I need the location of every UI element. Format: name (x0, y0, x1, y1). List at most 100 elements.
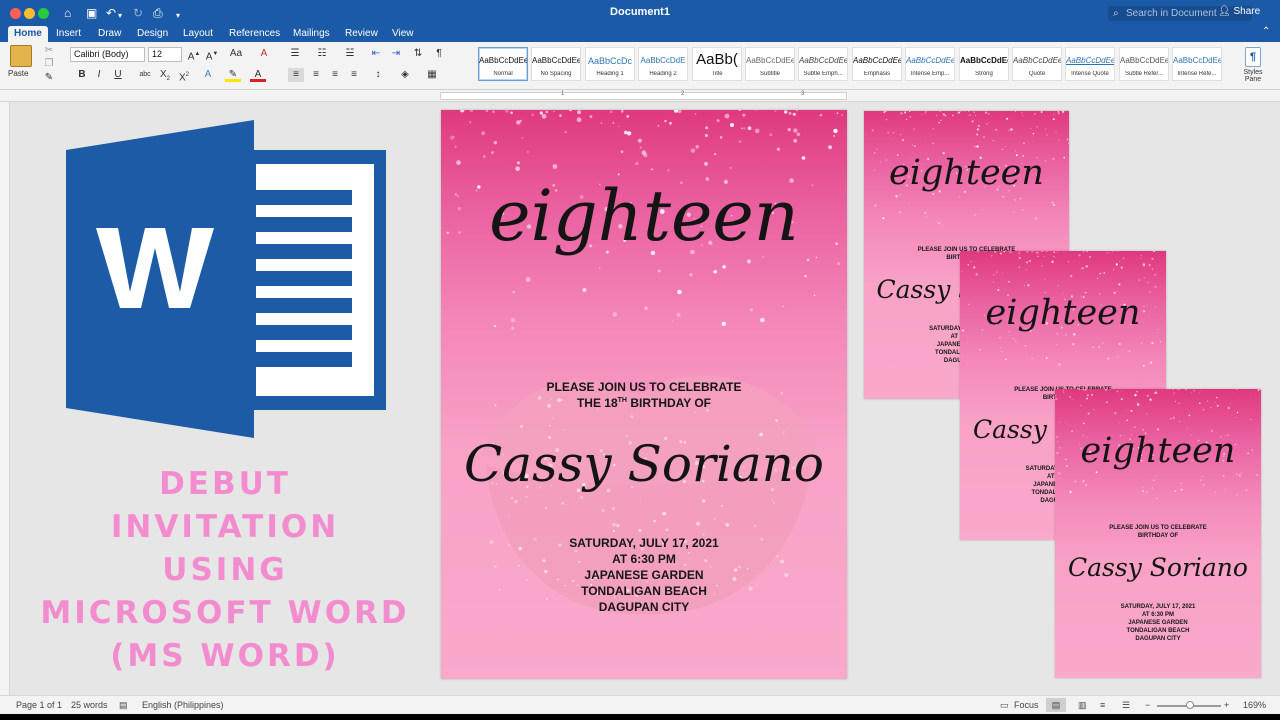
show-marks-icon[interactable]: ¶ (431, 47, 447, 61)
tab-home[interactable]: Home (8, 26, 48, 42)
shrink-font-icon[interactable]: A▼ (204, 47, 220, 62)
word-count[interactable]: 25 words (71, 700, 108, 710)
undo-dropdown-icon[interactable]: ▾ (118, 8, 122, 24)
style-tile-heading-2[interactable]: AaBbCcDdE Heading 2 (638, 47, 688, 81)
bold-button[interactable]: B (74, 68, 90, 82)
thumb3-venue-2: TONDALIGAN BEACH (1126, 628, 1190, 634)
tab-insert[interactable]: Insert (50, 26, 87, 42)
style-tile-normal[interactable]: AaBbCcDdEe Normal (478, 47, 528, 81)
borders-icon[interactable]: ▦ (424, 68, 440, 82)
zoom-slider-thumb[interactable] (1186, 701, 1194, 709)
paste-label[interactable]: Paste (8, 69, 28, 78)
style-tile-subtle-emph[interactable]: AaBbCcDdEe Subtle Emph... (798, 47, 848, 81)
format-painter-icon[interactable]: ✎ (41, 71, 57, 85)
tab-design[interactable]: Design (131, 26, 174, 42)
outline-view-icon[interactable]: ≡ (1100, 700, 1105, 710)
line-spacing-icon[interactable]: ↕ (370, 68, 386, 82)
redo-icon[interactable]: ↻ (133, 5, 143, 21)
grow-font-icon[interactable]: A▲ (186, 47, 202, 62)
style-tile-quote[interactable]: AaBbCcDdEe Quote (1012, 47, 1062, 81)
justify-icon[interactable]: ≡ (346, 68, 362, 82)
sparkle (796, 132, 801, 137)
tab-layout[interactable]: Layout (177, 26, 219, 42)
align-center-icon[interactable]: ≡ (308, 68, 324, 82)
proofing-icon[interactable]: ▤ (119, 700, 128, 711)
style-tile-no-spacing[interactable]: AaBbCcDdEe No Spacing (531, 47, 581, 81)
subscript-button[interactable]: X2 (157, 68, 173, 82)
tab-review[interactable]: Review (339, 26, 384, 42)
sparkle (967, 343, 968, 345)
style-tile-subtitle[interactable]: AaBbCcDdEe Subtitle (745, 47, 795, 81)
numbering-icon[interactable]: ☷ (314, 47, 330, 61)
sparkle (1107, 357, 1110, 360)
copy-icon[interactable]: ❐ (41, 57, 57, 71)
sparkle (738, 110, 741, 111)
thumb3-name: Cassy Soriano (1068, 553, 1248, 582)
home-icon[interactable]: ⌂ (64, 5, 71, 21)
sparkle (651, 168, 653, 171)
sparkle (1006, 212, 1008, 214)
align-right-icon[interactable]: ≡ (327, 68, 343, 82)
italic-button[interactable]: I (91, 68, 107, 82)
style-tile-intense-quote[interactable]: AaBbCcDdEe Intense Quote (1065, 47, 1115, 81)
horizontal-ruler[interactable]: 1 2 3 (0, 90, 1280, 102)
page-count[interactable]: Page 1 of 1 (16, 700, 62, 710)
style-tile-strong[interactable]: AaBbCcDdEe Strong (959, 47, 1009, 81)
increase-indent-icon[interactable]: ⇥ (388, 47, 404, 61)
style-tile-intense-refe[interactable]: AaBbCcDdEe Intense Refe... (1172, 47, 1222, 81)
web-layout-icon[interactable]: ▥ (1078, 700, 1087, 711)
tab-mailings[interactable]: Mailings (287, 26, 336, 42)
style-tile-emphasis[interactable]: AaBbCcDdEe Emphasis (852, 47, 902, 81)
multilevel-list-icon[interactable]: ☱ (342, 47, 358, 61)
decrease-indent-icon[interactable]: ⇤ (368, 47, 384, 61)
font-color-icon[interactable]: A (250, 68, 266, 82)
strikethrough-button[interactable]: abc (137, 68, 153, 82)
share-button[interactable]: 👤︎ Share (1218, 6, 1260, 17)
draft-view-icon[interactable]: ☰ (1122, 700, 1130, 711)
maximize-window-button[interactable] (38, 8, 49, 19)
minimize-window-button[interactable] (24, 8, 35, 19)
shading-icon[interactable]: ◈ (397, 68, 413, 82)
font-name-field[interactable]: Calibri (Body) (70, 47, 145, 62)
close-window-button[interactable] (10, 8, 21, 19)
style-tile-subtle-refer[interactable]: AaBbCcDdEe Subtle Refer... (1119, 47, 1169, 81)
change-case-icon[interactable]: Aa (228, 47, 244, 61)
cut-icon[interactable]: ✂ (41, 44, 57, 58)
customize-toolbar-icon[interactable]: ▾ (176, 8, 180, 24)
tab-references[interactable]: References (223, 26, 286, 42)
superscript-button[interactable]: X2 (176, 68, 192, 83)
align-left-icon[interactable]: ≡ (288, 68, 304, 82)
tab-view[interactable]: View (386, 26, 420, 42)
highlight-icon[interactable]: ✎ (225, 68, 241, 82)
sparkle (1021, 208, 1024, 211)
focus-icon[interactable]: ▭ (1000, 700, 1009, 711)
sparkle (1058, 472, 1061, 475)
language-indicator[interactable]: English (Philippines) (142, 700, 224, 710)
print-layout-icon[interactable]: ▤ (1046, 698, 1066, 712)
undo-icon[interactable]: ↶ (106, 5, 116, 21)
print-icon[interactable]: ⎙ (153, 5, 163, 21)
invitation-page[interactable]: eighteen PLEASE JOIN US TO CELEBRATE THE… (441, 110, 847, 679)
tab-draw[interactable]: Draw (92, 26, 127, 42)
zoom-in-icon[interactable]: + (1224, 700, 1229, 710)
focus-label[interactable]: Focus (1014, 700, 1039, 710)
paste-icon[interactable] (10, 45, 32, 67)
collapse-ribbon-icon[interactable]: ⌃ (1262, 26, 1270, 37)
sparkle (1153, 479, 1155, 482)
save-icon[interactable]: ▣ (86, 5, 97, 21)
style-tile-intense-emp[interactable]: AaBbCcDdEe Intense Emp... (905, 47, 955, 81)
vertical-ruler[interactable] (0, 102, 10, 695)
text-effects-icon[interactable]: A (200, 68, 216, 82)
font-size-field[interactable]: 12 (148, 47, 182, 62)
sparkle (1044, 128, 1046, 130)
underline-button[interactable]: U (110, 68, 126, 82)
styles-pane-button[interactable]: ¶ Styles Pane (1236, 45, 1270, 87)
style-tile-heading-1[interactable]: AaBbCcDc Heading 1 (585, 47, 635, 81)
clear-formatting-icon[interactable]: A (256, 47, 272, 61)
zoom-out-icon[interactable]: − (1145, 700, 1150, 710)
sort-icon[interactable]: ⇅ (410, 47, 426, 61)
zoom-level[interactable]: 169% (1243, 700, 1266, 710)
invitation-thumbnail-3[interactable]: eighteen PLEASE JOIN US TO CELEBRATE BIR… (1055, 389, 1261, 678)
style-tile-title[interactable]: AaBb(Title (692, 47, 742, 81)
bullets-icon[interactable]: ☰ (287, 47, 303, 61)
